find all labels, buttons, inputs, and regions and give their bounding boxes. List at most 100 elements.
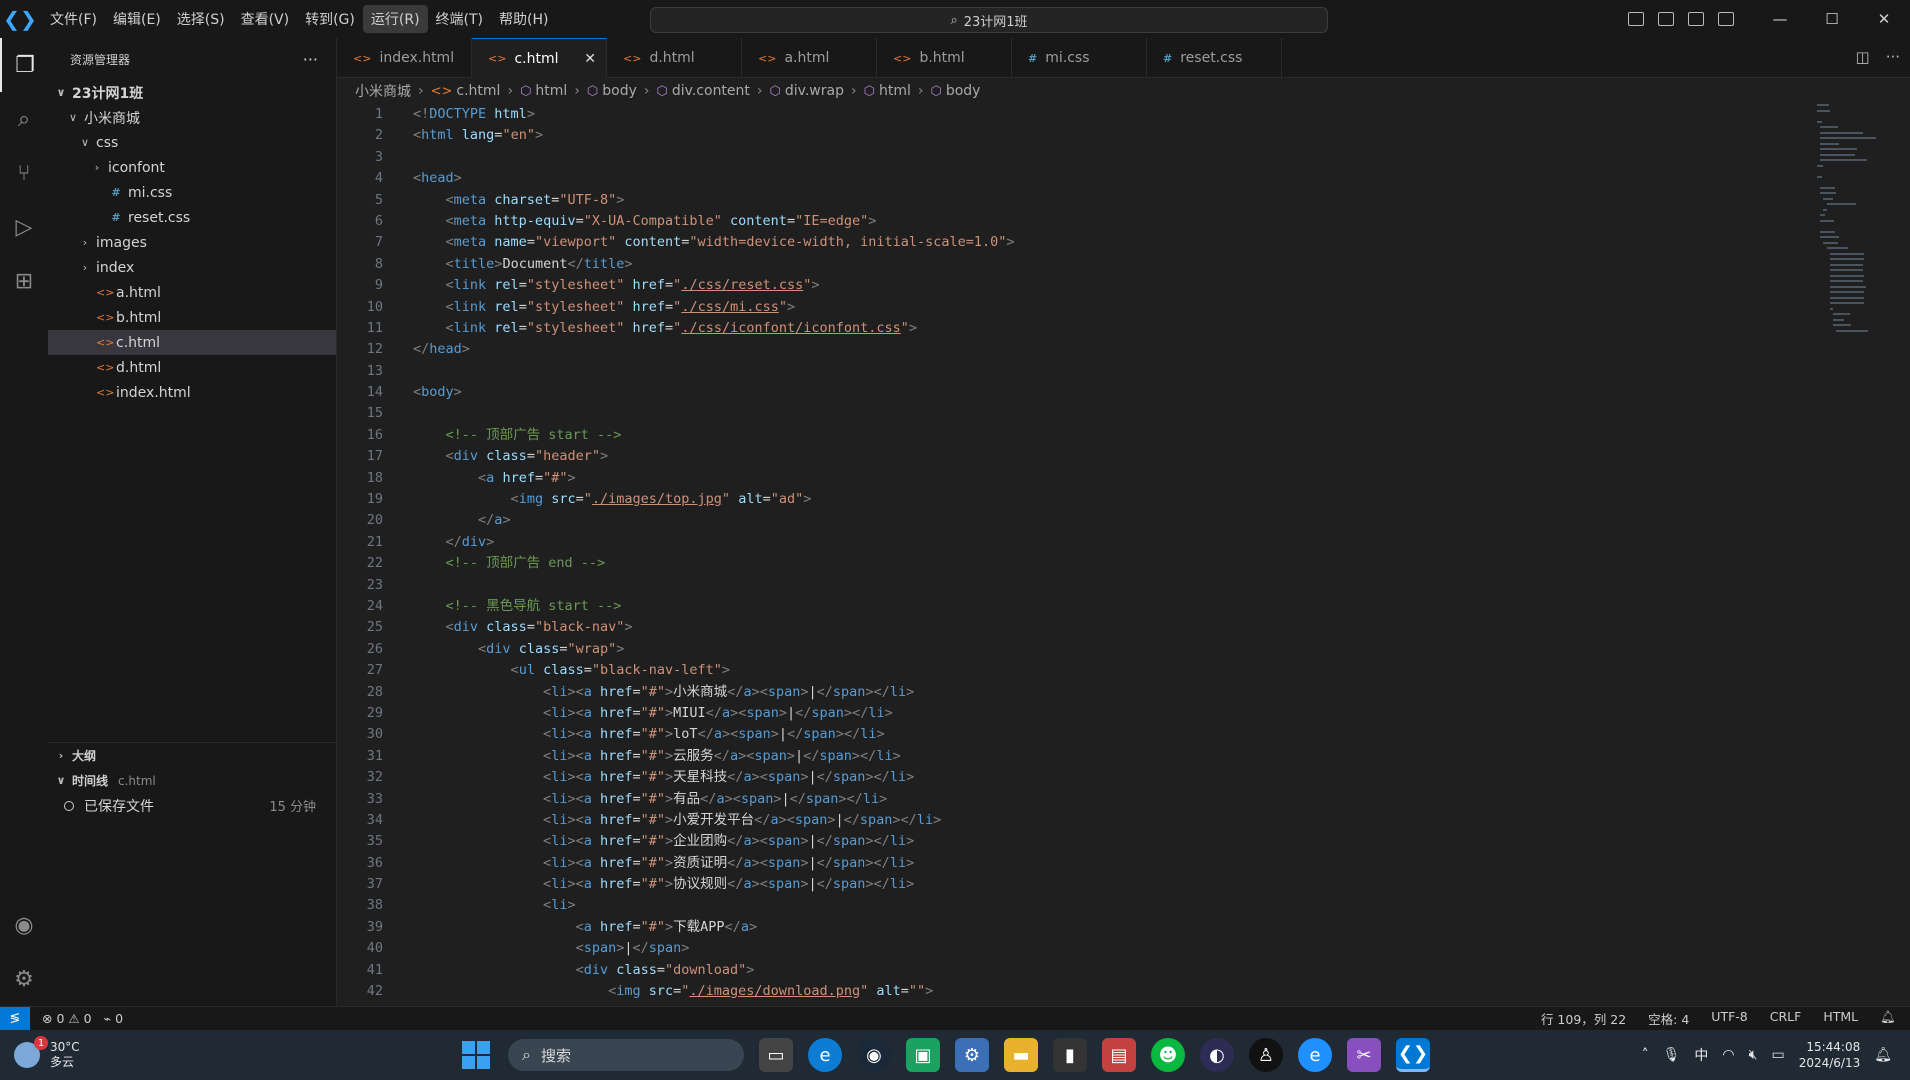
encoding[interactable]: UTF-8 (1711, 1009, 1747, 1028)
snipping-tool-icon[interactable]: ✂ (1347, 1038, 1381, 1072)
menu-item[interactable]: 选择(S) (169, 5, 233, 33)
breadcrumb-item[interactable]: 小米商城 (355, 81, 411, 101)
volume-muted-icon[interactable]: 🔇︎ (1749, 1047, 1758, 1063)
breadcrumb-item[interactable]: ⬡ html (520, 83, 567, 99)
file-item[interactable]: <> b.html (48, 305, 336, 330)
minimap[interactable] (1817, 104, 1897, 404)
language-mode[interactable]: HTML (1823, 1009, 1858, 1028)
taskbar-search[interactable]: ⌕ 搜索 (508, 1039, 744, 1071)
extensions-icon[interactable]: ⊞ (0, 254, 48, 308)
chevron-up-icon[interactable]: ˄ (1642, 1047, 1649, 1063)
clock[interactable]: 15:44:08 2024/6/13 (1799, 1039, 1861, 1071)
file-item[interactable]: <> index.html (48, 380, 336, 405)
code-token: href (632, 277, 666, 294)
wifi-icon[interactable]: ◠ (1722, 1047, 1734, 1063)
menu-item[interactable]: 编辑(E) (105, 5, 169, 33)
line-ending[interactable]: CRLF (1770, 1009, 1802, 1028)
menu-item[interactable]: 文件(F) (42, 5, 105, 33)
folder-item[interactable]: ∨ 小米商城 (48, 105, 336, 130)
workspace-root[interactable]: ∨ 23计网1班 (48, 80, 336, 105)
file-item[interactable]: <> a.html (48, 280, 336, 305)
tab-b-html[interactable]: <> b.html (877, 38, 1012, 78)
file-item[interactable]: <> d.html (48, 355, 336, 380)
explorer-icon[interactable]: ❐ (0, 38, 48, 92)
timeline-entry[interactable]: 已保存文件 15 分钟 (48, 793, 336, 818)
ports-indicator[interactable]: ⌁ 0 (104, 1011, 123, 1026)
code-token: = (526, 619, 535, 636)
menu-item[interactable]: 查看(V) (233, 5, 298, 33)
search-view-icon[interactable]: ⌕ (0, 92, 48, 146)
tab-reset-css[interactable]: # reset.css (1147, 38, 1282, 78)
file-item[interactable]: # mi.css (48, 180, 336, 205)
breadcrumb-item[interactable]: ⬡ html (864, 83, 911, 99)
file-explorer-icon[interactable]: ▬ (1004, 1038, 1038, 1072)
windows-start-icon[interactable] (462, 1041, 490, 1069)
tab-index-html[interactable]: <> index.html (337, 38, 472, 78)
folder-item[interactable]: › images (48, 230, 336, 255)
more-actions-icon[interactable]: ··· (1886, 48, 1900, 66)
file-item[interactable]: <> c.html (48, 330, 336, 355)
breadcrumb-item[interactable]: <> c.html (431, 83, 501, 99)
code-editor[interactable]: 1 <!DOCTYPE html> 2 <html lang="en"> 3 4 <head… (337, 104, 1817, 1004)
folder-item[interactable]: › index (48, 255, 336, 280)
browser-icon[interactable]: e (1298, 1038, 1332, 1072)
breadcrumb-item[interactable]: ⬡ body (587, 83, 637, 99)
steam-icon[interactable]: ◉ (857, 1038, 891, 1072)
breadcrumb-item[interactable]: ⬡ div.content (657, 83, 750, 99)
file-item[interactable]: # reset.css (48, 205, 336, 230)
source-control-icon[interactable]: ⑂ (0, 146, 48, 200)
close-window-button[interactable]: ✕ (1858, 0, 1910, 38)
toggle-panel-icon[interactable] (1658, 12, 1674, 26)
tab-mi-css[interactable]: # mi.css (1012, 38, 1147, 78)
tab-c-html[interactable]: <> c.html ✕ (472, 38, 607, 78)
settings-app-icon[interactable]: ⚙ (955, 1038, 989, 1072)
folder-item[interactable]: ∨ css (48, 130, 336, 155)
close-tab-icon[interactable]: ✕ (584, 51, 596, 67)
command-center[interactable]: ⌕ 23计网1班 (650, 7, 1328, 33)
tab-a-html[interactable]: <> a.html (742, 38, 877, 78)
red-app-icon[interactable]: ▤ (1102, 1038, 1136, 1072)
problems-indicator[interactable]: ⊗ 0 ⚠ 0 (42, 1011, 92, 1026)
tab-d-html[interactable]: <> d.html (607, 38, 742, 78)
split-editor-icon[interactable]: ◫ (1856, 48, 1870, 66)
outline-section[interactable]: › 大纲 (48, 743, 336, 768)
wechat-icon[interactable]: ☻ (1151, 1038, 1185, 1072)
cursor-position[interactable]: 行 109，列 22 (1541, 1009, 1626, 1028)
notifications-bell-icon[interactable]: 🔔︎ (1880, 1009, 1896, 1028)
code-token: </ (789, 790, 806, 807)
remote-indicator-icon[interactable]: ≶ (0, 1006, 30, 1031)
ime-indicator[interactable]: 中 (1694, 1045, 1708, 1065)
qq-icon[interactable]: ♙ (1249, 1038, 1283, 1072)
breadcrumb-item[interactable]: ⬡ div.wrap (770, 83, 844, 99)
run-debug-icon[interactable]: ▷ (0, 200, 48, 254)
folder-item[interactable]: › iconfont (48, 155, 336, 180)
customize-layout-icon[interactable] (1718, 12, 1734, 26)
notification-icon[interactable]: 🔔︎ (1874, 1047, 1892, 1063)
timeline-section[interactable]: ∨ 时间线 c.html (48, 768, 336, 793)
more-actions-icon[interactable]: ··· (303, 50, 318, 69)
code-token: span (803, 726, 836, 743)
menu-item[interactable]: 帮助(H) (491, 5, 556, 33)
battery-icon[interactable]: ▭ (1771, 1047, 1784, 1063)
code-text: <!-- 黑色导航 start --> (413, 596, 622, 617)
breadcrumb-item[interactable]: ⬡ body (930, 83, 980, 99)
menu-item[interactable]: 终端(T) (428, 5, 491, 33)
vscode-taskbar-icon[interactable]: ❮❯ (1396, 1038, 1430, 1072)
green-app-icon[interactable]: ▣ (906, 1038, 940, 1072)
weather-widget[interactable]: 1 30°C 多云 (14, 1036, 80, 1070)
microphone-icon[interactable]: 🎙︎ (1663, 1047, 1681, 1063)
minimize-button[interactable]: — (1754, 0, 1806, 38)
indentation[interactable]: 空格: 4 (1648, 1009, 1689, 1028)
task-view-icon[interactable]: ▭ (759, 1038, 793, 1072)
menu-item[interactable]: 转到(G) (297, 5, 363, 33)
code-token: span (767, 833, 801, 850)
eclipse-icon[interactable]: ◐ (1200, 1038, 1234, 1072)
maximize-button[interactable]: ☐ (1806, 0, 1858, 38)
menu-item[interactable]: 运行(R) (362, 5, 428, 33)
toggle-secondary-sidebar-icon[interactable] (1688, 12, 1704, 26)
account-icon[interactable]: ◉ (0, 898, 48, 952)
reader-app-icon[interactable]: ▮ (1053, 1038, 1087, 1072)
toggle-primary-sidebar-icon[interactable] (1628, 12, 1644, 26)
edge-browser-icon[interactable]: e (808, 1038, 842, 1072)
settings-gear-icon[interactable]: ⚙ (0, 952, 48, 1006)
